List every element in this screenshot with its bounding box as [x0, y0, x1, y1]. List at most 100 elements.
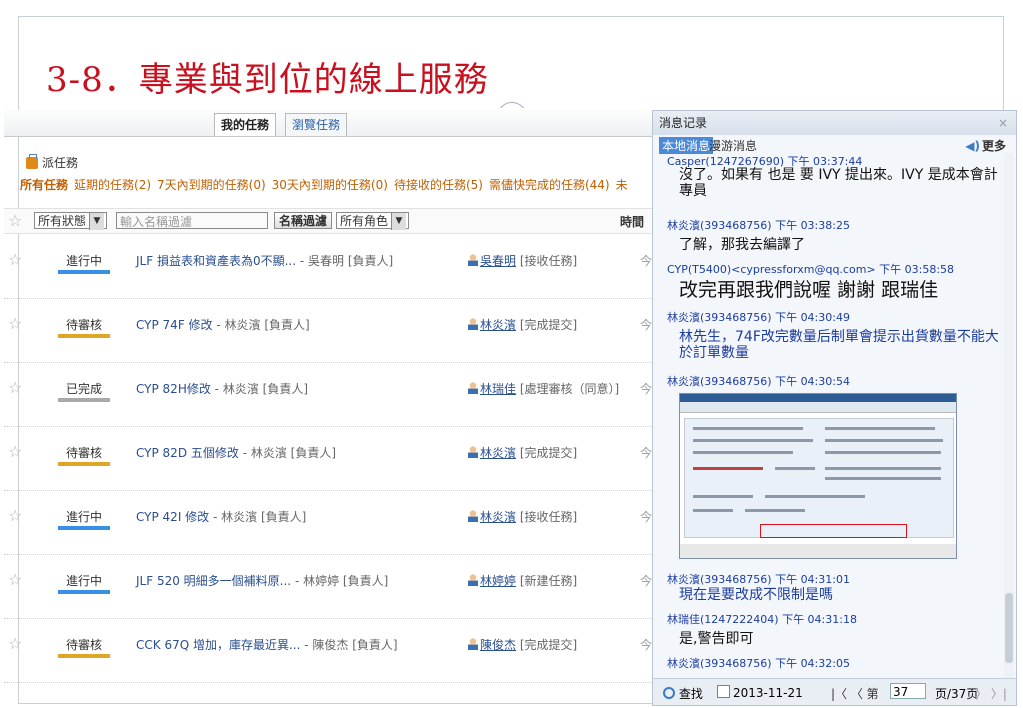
- user-name-link[interactable]: 林瑞佳: [480, 382, 516, 396]
- task-time: 今: [640, 638, 652, 652]
- task-status: 已完成: [65, 382, 102, 396]
- task-title-link[interactable]: CYP 82D 五個修改 - 林炎濱 [負責人]: [136, 444, 336, 461]
- scrollbar-thumb[interactable]: [1005, 593, 1013, 663]
- user-name-link[interactable]: 陳俊杰: [480, 638, 516, 652]
- message-meta: 林瑞佳(1247222404) 下午 04:31:18: [667, 613, 857, 626]
- screenshot-line: [693, 427, 803, 430]
- task-tab-bar: 我的任務 瀏覽任務: [4, 110, 652, 137]
- page-input[interactable]: 37: [890, 683, 926, 699]
- task-title: CYP 82H修改: [136, 382, 211, 396]
- star-icon[interactable]: ☆: [8, 570, 22, 589]
- page-nav-next[interactable]: 〉 〉|: [975, 685, 1007, 702]
- message-meta: 林炎濱(393468756) 下午 04:31:01: [667, 573, 850, 586]
- message-meta: 林炎濱(393468756) 下午 04:30:54: [667, 375, 850, 388]
- star-icon[interactable]: ☆: [8, 378, 22, 397]
- user-name-link[interactable]: 吳春明: [480, 254, 516, 268]
- tab-browse-tasks[interactable]: 瀏覽任務: [285, 113, 348, 136]
- page-nav-prev[interactable]: |〈 〈 第: [831, 685, 879, 702]
- task-row[interactable]: ☆ 進行中 JLF 損益表和資產表為0不顯... - 吳春明 [負責人] 吳春明 [接…: [4, 234, 652, 299]
- message-text: 沒了。如果有 也是 要 IVY 提出來。IVY 是成本會計專員: [679, 167, 998, 199]
- task-title-link[interactable]: CYP 82H修改 - 林炎濱 [負責人]: [136, 380, 308, 397]
- user-icon: [468, 318, 478, 330]
- task-title-link[interactable]: CYP 74F 修改 - 林炎濱 [負責人]: [136, 316, 310, 333]
- user-name-link[interactable]: 林炎濱: [480, 446, 516, 460]
- task-title-link[interactable]: CYP 42I 修改 - 林炎濱 [負責人]: [136, 508, 306, 525]
- task-status: 待審核: [65, 638, 102, 652]
- filter-due-7-days[interactable]: 7天內到期的任務(0): [157, 178, 266, 192]
- task-row[interactable]: ☆ 待審核 CYP 82D 五個修改 - 林炎濱 [負責人] 林炎濱 [完成提交] 今: [4, 426, 652, 491]
- star-icon[interactable]: ☆: [8, 506, 22, 525]
- user-name-link[interactable]: 林婷婷: [480, 574, 516, 588]
- chat-history-window: 消息记录 × 本地消息 漫游消息 ◀) 更多 Casper(1247267690)…: [652, 110, 1017, 706]
- screenshot-line: [825, 451, 941, 454]
- task-row[interactable]: ☆ 待審核 CCK 67Q 增加，庫存最近異... - 陳俊杰 [負責人] 陳俊杰 […: [4, 618, 652, 683]
- star-icon[interactable]: ☆: [8, 250, 22, 269]
- filter-all-tasks[interactable]: 所有任務: [20, 178, 68, 192]
- screenshot-line: [745, 509, 805, 512]
- task-user: 林瑞佳 [處理審核（同意）]: [468, 380, 619, 397]
- message-text: 改完再跟我們說喔 謝謝 跟瑞佳: [679, 279, 939, 301]
- task-action: [完成提交]: [519, 318, 578, 332]
- task-title: JLF 520 明細多一個補料原...: [136, 574, 292, 588]
- user-name-link[interactable]: 林炎濱: [480, 318, 516, 332]
- search-input[interactable]: 輸入名稱過濾: [116, 212, 268, 229]
- name-filter-button[interactable]: 名稱過濾: [274, 212, 333, 229]
- chat-footer: 查找 2013-11-21 |〈 〈 第 37 页/37页 〉 〉|: [653, 678, 1016, 705]
- assign-task-button[interactable]: 派任務: [26, 153, 78, 171]
- message-meta: 林炎濱(393468756) 下午 03:38:25: [667, 219, 850, 232]
- user-name-link[interactable]: 林炎濱: [480, 510, 516, 524]
- task-title-link[interactable]: JLF 損益表和資產表為0不顯... - 吳春明 [負責人]: [136, 252, 393, 269]
- filter-more[interactable]: 未: [616, 178, 628, 192]
- task-title-link[interactable]: JLF 520 明細多一個補料原... - 林婷婷 [負責人]: [136, 572, 388, 589]
- status-bar: [58, 590, 110, 594]
- filter-to-receive[interactable]: 待接收的任務(5): [394, 178, 483, 192]
- screenshot-highlight-box: [760, 524, 907, 538]
- chat-scrollbar[interactable]: [1004, 153, 1014, 679]
- task-owner: - 林婷婷 [負責人]: [294, 574, 389, 588]
- role-select[interactable]: 所有角色: [336, 212, 410, 230]
- task-row[interactable]: ☆ 進行中 CYP 42I 修改 - 林炎濱 [負責人] 林炎濱 [接收任務] 今: [4, 490, 652, 555]
- task-title-link[interactable]: CCK 67Q 增加，庫存最近異... - 陳俊杰 [負責人]: [136, 636, 398, 653]
- star-icon[interactable]: ☆: [8, 211, 22, 230]
- status-bar: [58, 334, 110, 338]
- task-owner: - 陳俊杰 [負責人]: [304, 638, 398, 652]
- task-row[interactable]: ☆ 進行中 JLF 520 明細多一個補料原... - 林婷婷 [負責人] 林婷婷 […: [4, 554, 652, 619]
- task-row[interactable]: ☆ 已完成 CYP 82H修改 - 林炎濱 [負責人] 林瑞佳 [處理審核（同意）] 今: [4, 362, 652, 427]
- task-user: 吳春明 [接收任務]: [468, 252, 577, 269]
- more-button[interactable]: ◀) 更多: [965, 137, 1006, 154]
- calendar-icon: [717, 685, 730, 698]
- tab-local-messages[interactable]: 本地消息: [659, 137, 714, 154]
- task-time: 今: [640, 574, 652, 588]
- find-button[interactable]: 查找: [663, 685, 703, 702]
- task-action: [接收任務]: [519, 254, 578, 268]
- close-icon[interactable]: ×: [998, 111, 1008, 135]
- filter-due-30-days[interactable]: 30天內到期的任務(0): [272, 178, 388, 192]
- task-title: CCK 67Q 增加，庫存最近異...: [136, 638, 301, 652]
- task-action: [完成提交]: [519, 446, 578, 460]
- message-list: Casper(1247267690) 下午 03:37:44 沒了。如果有 也是…: [653, 153, 1005, 679]
- status-select[interactable]: 所有狀態: [34, 212, 108, 230]
- task-owner: - 林炎濱 [負責人]: [242, 446, 337, 460]
- task-time: 今: [640, 510, 652, 524]
- user-icon: [468, 254, 478, 266]
- star-icon[interactable]: ☆: [8, 442, 22, 461]
- screenshot-line: [825, 477, 941, 480]
- screenshot-attachment[interactable]: [679, 393, 957, 559]
- task-time: 今: [640, 446, 652, 460]
- tab-roaming-messages[interactable]: 漫游消息: [709, 137, 757, 154]
- star-icon[interactable]: ☆: [8, 314, 22, 333]
- task-filter-bar: 所有任務 延期的任務(2) 7天內到期的任務(0) 30天內到期的任務(0) 待接收的任…: [20, 176, 634, 193]
- tab-my-tasks[interactable]: 我的任務: [214, 113, 277, 136]
- screenshot-line: [693, 495, 753, 498]
- task-toolbar: ☆ 所有狀態 輸入名稱過濾 名稱過濾 所有角色 時間: [4, 208, 652, 234]
- filter-urgent[interactable]: 需儘快完成的任務(44): [489, 178, 610, 192]
- filter-overdue[interactable]: 延期的任務(2): [74, 178, 151, 192]
- star-icon[interactable]: ☆: [8, 634, 22, 653]
- date-picker[interactable]: 2013-11-21: [717, 685, 803, 700]
- time-column-header: 時間: [620, 215, 645, 229]
- task-row[interactable]: ☆ 待審核 CYP 74F 修改 - 林炎濱 [負責人] 林炎濱 [完成提交] 今: [4, 298, 652, 363]
- task-status: 進行中: [65, 574, 102, 588]
- status-bar: [58, 398, 110, 402]
- task-time: 今: [640, 254, 652, 268]
- task-title: JLF 損益表和資產表為0不顯...: [136, 254, 297, 268]
